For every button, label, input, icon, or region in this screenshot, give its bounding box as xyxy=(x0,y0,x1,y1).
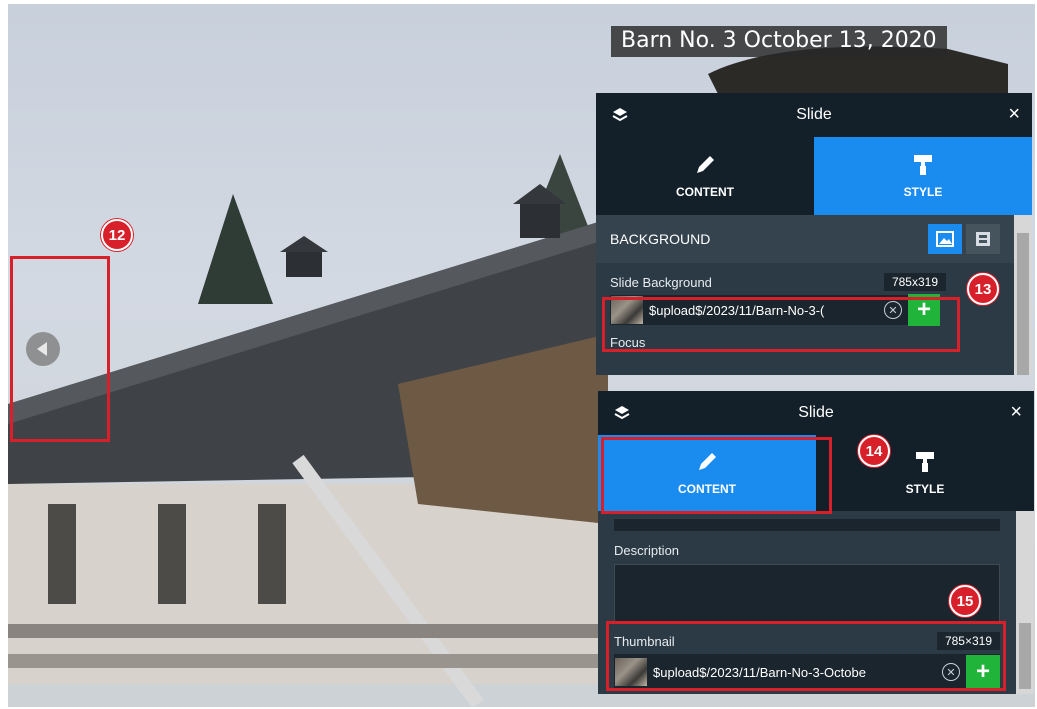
image-background-icon[interactable] xyxy=(928,224,962,254)
image-dimensions: 785x319 xyxy=(883,273,946,291)
paint-roller-icon xyxy=(916,452,934,472)
callout-badge-14: 14 xyxy=(858,435,890,467)
panel-tabs: CONTENT STYLE xyxy=(596,137,1032,215)
description-textarea[interactable] xyxy=(614,564,1000,622)
color-background-icon[interactable] xyxy=(966,224,1000,254)
tab-content-label: CONTENT xyxy=(676,185,734,199)
callout-badge-13: 13 xyxy=(967,273,999,305)
slide-caption: Barn No. 3 October 13, 2020 xyxy=(611,26,947,57)
tab-style-label: STYLE xyxy=(905,482,945,496)
paint-roller-icon xyxy=(914,155,932,175)
previous-field-edge xyxy=(614,519,1000,531)
callout-box-13 xyxy=(602,297,960,352)
callout-badge-12: 12 xyxy=(101,219,133,251)
scrollbar-thumb[interactable] xyxy=(1019,623,1031,689)
callout-box-12 xyxy=(10,256,110,442)
tab-style[interactable]: STYLE xyxy=(816,435,1034,511)
tab-style[interactable]: STYLE xyxy=(814,137,1032,215)
tab-content[interactable]: CONTENT xyxy=(596,137,814,215)
description-label: Description xyxy=(614,543,680,558)
section-title: BACKGROUND xyxy=(610,231,711,247)
scrollbar-thumb[interactable] xyxy=(1017,233,1029,375)
panel-header: Slide × xyxy=(596,93,1032,137)
callout-box-14 xyxy=(601,437,832,514)
pencil-icon xyxy=(697,156,714,173)
callout-badge-15: 15 xyxy=(949,585,981,617)
tab-style-label: STYLE xyxy=(903,185,943,199)
panel-scrollbar[interactable] xyxy=(1016,511,1034,694)
callout-box-15 xyxy=(606,621,1006,691)
slide-background-label: Slide Background xyxy=(610,274,712,290)
close-icon[interactable]: × xyxy=(1008,103,1020,126)
layers-icon[interactable] xyxy=(612,107,628,123)
close-icon[interactable]: × xyxy=(1010,401,1022,424)
panel-header: Slide × xyxy=(598,391,1034,435)
panel-scrollbar[interactable] xyxy=(1014,215,1032,375)
panel-title: Slide xyxy=(796,106,832,123)
layers-icon[interactable] xyxy=(614,405,630,421)
background-type-toggle xyxy=(928,224,1000,254)
panel-title: Slide xyxy=(798,404,834,421)
background-section: BACKGROUND xyxy=(596,215,1032,263)
